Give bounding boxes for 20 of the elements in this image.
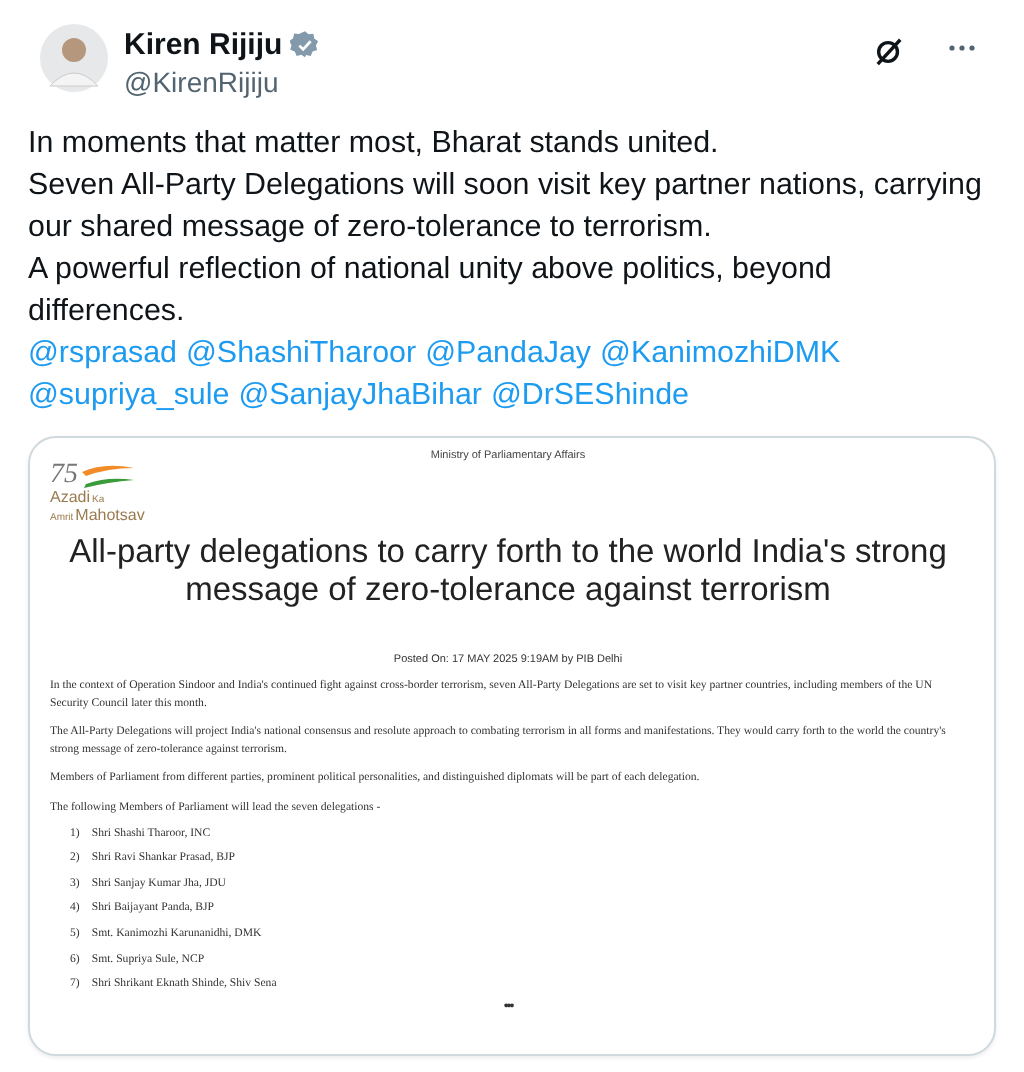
- document-title: All-party delegations to carry forth to the world India's strong message of zero-tolerance against terrorism: [67, 534, 949, 610]
- avatar[interactable]: [40, 24, 108, 92]
- mention-link[interactable]: @ShashiTharoor: [186, 332, 417, 374]
- more-icon[interactable]: [948, 44, 976, 52]
- mention-link[interactable]: @PandaJay: [425, 332, 592, 374]
- logo-number: 75: [50, 462, 78, 490]
- post-text: In moments that matter most, Bharat stands united.: [28, 124, 721, 164]
- document-image[interactable]: [28, 436, 996, 1056]
- mention-link[interactable]: @SanjayJhaBihar: [238, 374, 482, 416]
- flag-swoosh-icon: [80, 464, 136, 488]
- post-text: Seven All-Party Delegations will soon visit key partner nations, carrying our shared message of zero-tolerance to terrorism.: [28, 166, 984, 248]
- mention-link[interactable]: @DrSEShinde: [490, 374, 689, 416]
- logo-text: Mahotsav: [75, 508, 145, 524]
- mention-link[interactable]: @KanimozhiDMK: [600, 332, 841, 374]
- logo-text: Azadi: [50, 490, 91, 506]
- mention-link[interactable]: @supriya_sule: [28, 374, 230, 416]
- author-name[interactable]: Kiren Rijiju: [124, 28, 283, 62]
- mention-link[interactable]: @rsprasad: [28, 332, 178, 374]
- author-handle[interactable]: @KirenRijiju: [124, 66, 858, 98]
- post-text: A powerful reflection of national unity above politics, beyond differences.: [28, 250, 834, 332]
